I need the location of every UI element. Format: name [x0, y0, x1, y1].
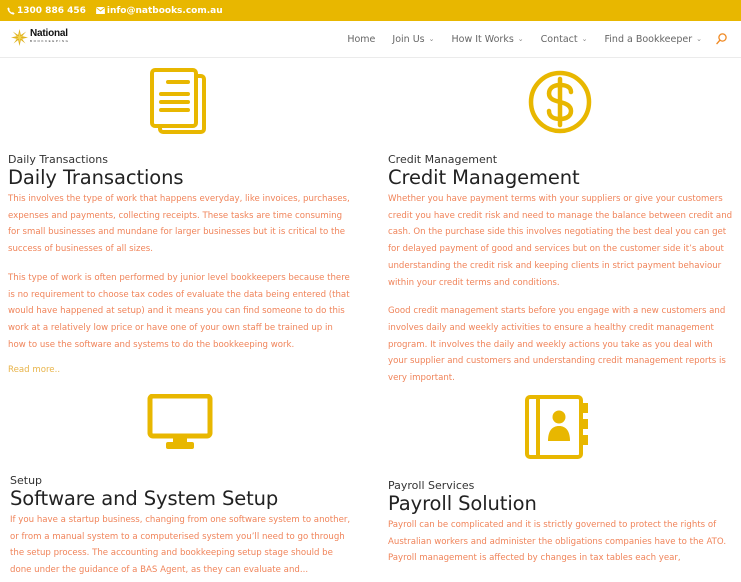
service-card-payroll: Payroll Services Payroll Solution Payrol… [388, 479, 733, 567]
search-button[interactable] [716, 33, 727, 45]
email-contact[interactable]: info@natbooks.com.au [95, 5, 223, 16]
service-card-software-setup: Setup Software and System Setup If you h… [10, 474, 355, 579]
card-paragraph: Whether you have payment terms with your… [388, 194, 733, 288]
card-title: Daily Transactions [8, 166, 184, 189]
logo-name: National [30, 28, 68, 39]
documents-icon [150, 68, 206, 134]
nav-label: Find a Bookkeeper [604, 33, 693, 45]
top-contact-bar: 1300 886 456 info@natbooks.com.au [0, 0, 741, 21]
site-logo[interactable]: National BOOKKEEPING [11, 29, 70, 46]
card-title: Credit Management [388, 166, 580, 189]
chevron-down-icon: ⌄ [428, 35, 435, 43]
card-subtitle: Payroll Services [388, 479, 475, 492]
nav-item-home[interactable]: Home [347, 34, 375, 45]
dollar-coin-icon [528, 70, 592, 134]
chevron-down-icon: ⌄ [696, 35, 702, 43]
nav-item-find-a-bookkeeper[interactable]: Find a Bookkeeper ⌄ [605, 34, 702, 45]
card-icon [528, 70, 592, 138]
logo-subtitle: BOOKKEEPING [30, 39, 70, 43]
card-paragraph: Good credit management starts before you… [388, 306, 726, 384]
star-icon [11, 29, 28, 46]
card-title: Software and System Setup [10, 487, 279, 510]
card-title: Payroll Solution [388, 492, 537, 515]
card-subtitle: Setup [10, 474, 43, 487]
card-icon [147, 393, 213, 456]
search-icon [716, 33, 727, 45]
card-icon [524, 395, 590, 463]
card-subtitle: Daily Transactions [8, 153, 108, 166]
phone-number: 1300 886 456 [17, 5, 86, 16]
nav-item-join-us[interactable]: Join Us ⌄ [392, 34, 434, 45]
card-subtitle: Credit Management [388, 153, 498, 166]
email-address: info@natbooks.com.au [106, 5, 223, 16]
card-paragraph: This type of work is often performed by … [8, 272, 350, 350]
chevron-down-icon: ⌄ [581, 35, 588, 43]
nav-label: Contact [540, 33, 578, 45]
service-card-daily-transactions: Daily Transactions Daily Transactions Th… [8, 153, 353, 378]
card-icon [148, 68, 208, 138]
card-paragraph: Payroll can be complicated and it is str… [388, 520, 727, 564]
chevron-down-icon: ⌄ [517, 35, 524, 43]
main-nav: Home Join Us ⌄ How It Works ⌄ Contact ⌄ … [347, 21, 741, 57]
read-more-link[interactable]: Read more.. [8, 362, 60, 378]
phone-icon [7, 6, 15, 15]
service-card-credit-management: Credit Management Credit Management Whet… [388, 153, 733, 387]
nav-label: Home [347, 33, 376, 45]
nav-label: Join Us [392, 33, 425, 45]
site-header: National BOOKKEEPING Home Join Us ⌄ How … [0, 21, 741, 57]
nav-item-contact[interactable]: Contact ⌄ [541, 34, 588, 45]
nav-label: How It Works [451, 33, 514, 45]
envelope-icon [95, 7, 105, 14]
nav-item-how-it-works[interactable]: How It Works ⌄ [451, 34, 523, 45]
card-paragraph: If you have a startup business, changing… [10, 515, 351, 576]
card-paragraph: This involves the type of work that happ… [8, 194, 350, 255]
phone-contact[interactable]: 1300 886 456 [7, 6, 86, 16]
monitor-icon [147, 393, 213, 449]
contact-book-icon [525, 395, 588, 459]
